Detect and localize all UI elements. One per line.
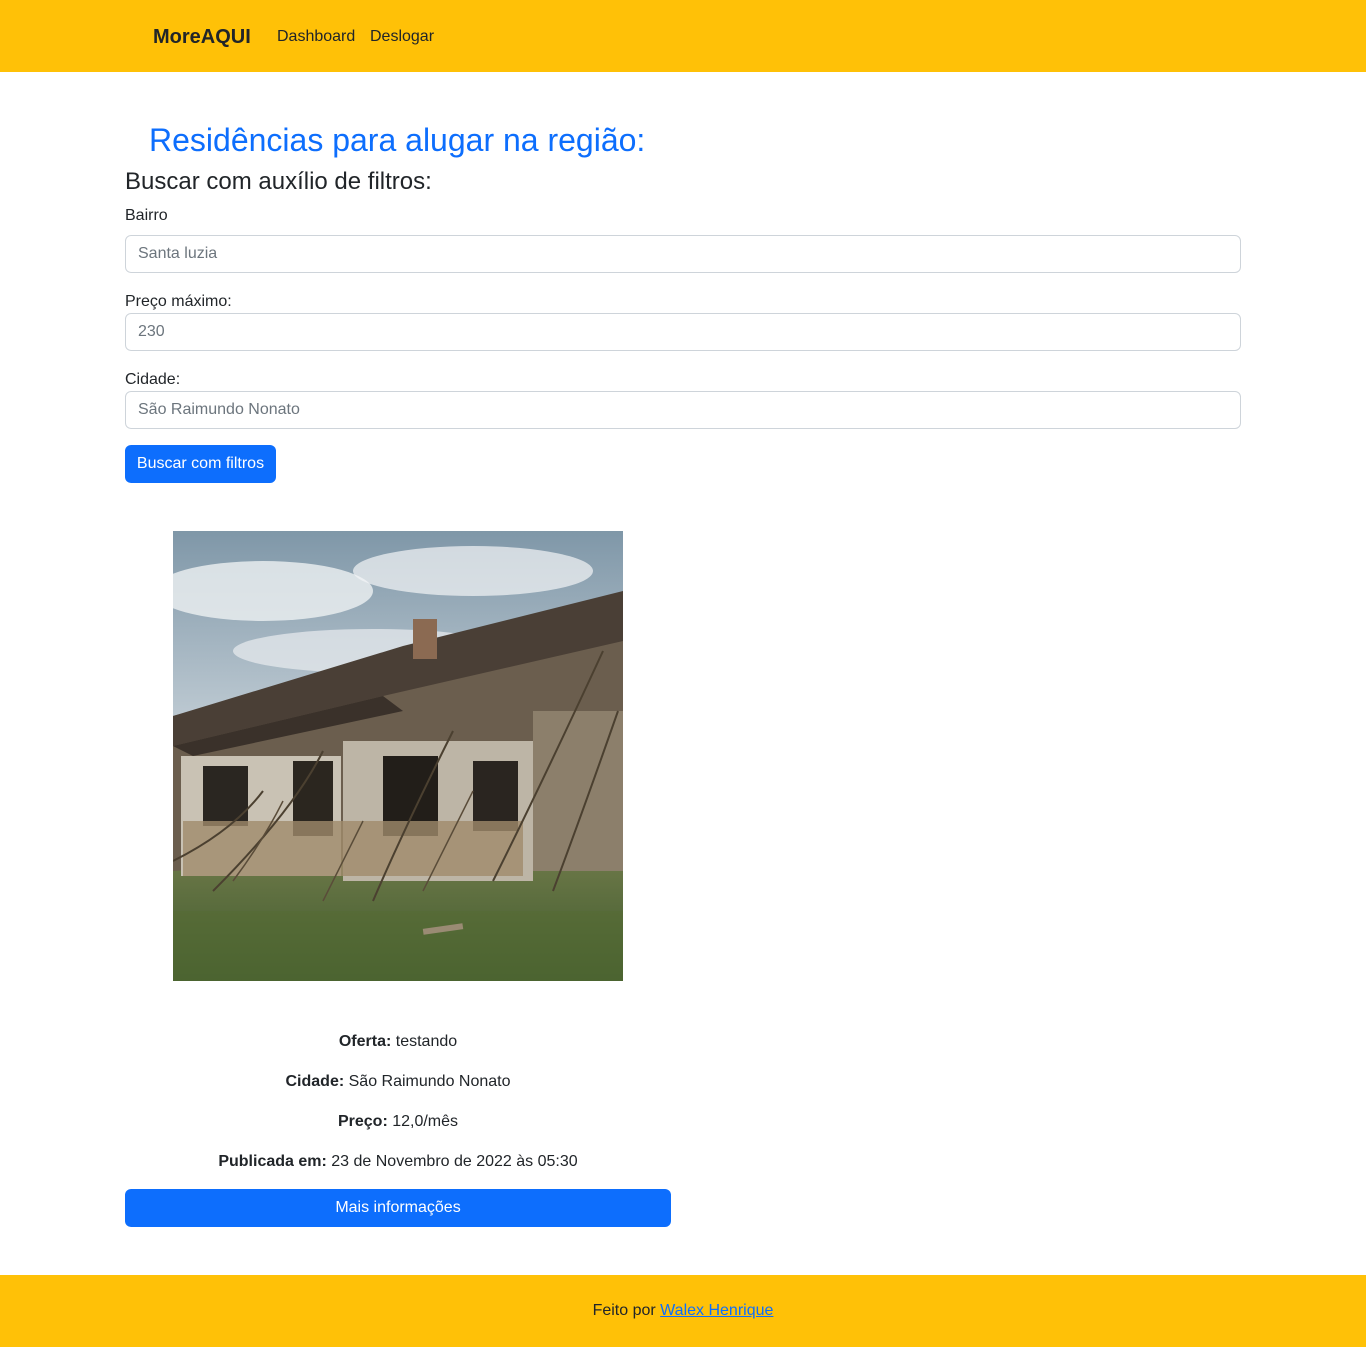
footer-text: Feito por Walex Henrique	[0, 1301, 1366, 1321]
listing-publicada: Publicada em: 23 de Novembro de 2022 às …	[125, 1152, 671, 1172]
cidade-label: Cidade:	[125, 371, 181, 388]
cidade-info-value: São Raimundo Nonato	[344, 1073, 511, 1090]
cidade-input[interactable]	[125, 391, 1241, 429]
footer-author-link[interactable]: Walex Henrique	[660, 1302, 773, 1319]
publicada-label: Publicada em:	[218, 1153, 327, 1170]
house-photo	[173, 531, 623, 981]
brand-link[interactable]: MoreAQUI	[153, 25, 251, 49]
preco-info-value: 12,0/mês	[387, 1113, 459, 1130]
page-title: Residências para alugar na região:	[149, 122, 646, 158]
listing-preco: Preço: 12,0/mês	[125, 1112, 671, 1132]
preco-info-label: Preço:	[337, 1113, 388, 1130]
top-navbar: MoreAQUI Dashboard Deslogar	[0, 0, 1366, 72]
filter-section-title: Buscar com auxílio de filtros:	[125, 168, 432, 195]
nav-dashboard-link[interactable]: Dashboard	[277, 27, 355, 47]
listing-oferta: Oferta: testando	[125, 1032, 671, 1052]
nav-logout-link[interactable]: Deslogar	[370, 27, 434, 47]
publicada-value: 23 de Novembro de 2022 às 05:30	[326, 1153, 578, 1170]
preco-label: Preço máximo:	[125, 293, 232, 310]
preco-maximo-input[interactable]	[125, 313, 1241, 351]
more-info-button[interactable]: Mais informações	[125, 1189, 671, 1227]
search-with-filters-button[interactable]: Buscar com filtros	[125, 445, 276, 483]
bairro-input[interactable]	[125, 235, 1241, 273]
bairro-label: Bairro	[125, 207, 168, 224]
oferta-value: testando	[391, 1033, 458, 1050]
listing-cidade: Cidade: São Raimundo Nonato	[125, 1072, 671, 1092]
footer-prefix: Feito por	[592, 1302, 661, 1319]
oferta-label: Oferta:	[338, 1033, 392, 1050]
footer: Feito por Walex Henrique	[0, 1275, 1366, 1347]
cidade-info-label: Cidade:	[285, 1073, 345, 1090]
